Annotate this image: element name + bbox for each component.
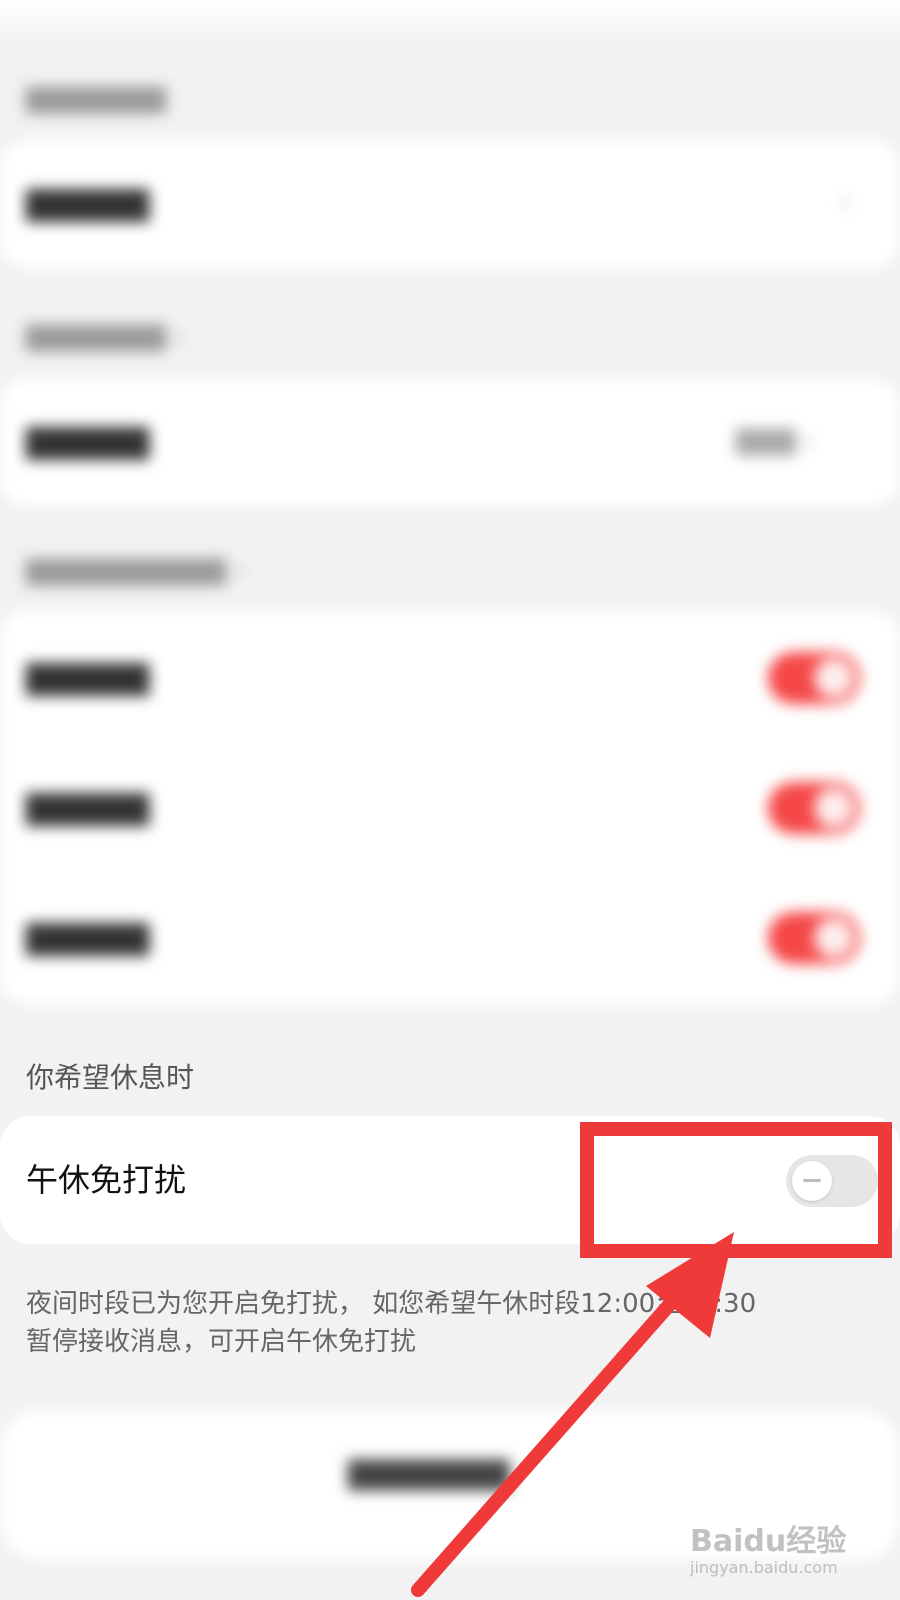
- blurred-row[interactable]: ▇▇▇▇▇: [26, 918, 149, 956]
- blurred-section-label: ▇▇▇▇▇▇▇ ›: [26, 322, 185, 352]
- description-line-1: 夜间时段已为您开启免打扰， 如您希望午休时段12:00至13:30: [26, 1289, 757, 1319]
- nap-dnd-label: 午休免打扰: [26, 1161, 187, 1199]
- blurred-toggle-on[interactable]: [768, 782, 860, 834]
- blurred-value: ▇▇▇ ›: [736, 426, 815, 456]
- annotation-highlight-box: [580, 1122, 892, 1258]
- blurred-toggle-on[interactable]: [768, 912, 860, 964]
- blurred-row[interactable]: ▇▇▇▇▇: [26, 788, 149, 826]
- nap-dnd-description: 夜间时段已为您开启免打扰， 如您希望午休时段12:00至13:30 暂停接收消息…: [26, 1285, 876, 1361]
- blurred-card: ▇▇▇▇▇ ›: [0, 140, 900, 268]
- bottom-action-button[interactable]: ▇▇▇▇▇▇▇: [348, 1456, 510, 1491]
- section-title-rest: 你希望休息时: [26, 1061, 195, 1094]
- blurred-toggle-on[interactable]: [768, 652, 860, 704]
- blurred-row[interactable]: ▇▇▇▇▇: [26, 658, 149, 696]
- watermark-url: jingyan.baidu.com: [690, 1558, 838, 1577]
- blurred-card: ▇▇▇▇▇ ▇▇▇▇▇ ▇▇▇▇▇: [0, 610, 900, 1004]
- chevron-right-icon: ›: [840, 184, 852, 219]
- blurred-section-label: ▇▇▇▇▇▇▇▇▇▇ ›: [26, 556, 245, 586]
- watermark-brand: Baidu经验: [690, 1524, 847, 1559]
- blurred-row[interactable]: ▇▇▇▇▇: [26, 422, 149, 460]
- blurred-card: ▇▇▇▇▇ ▇▇▇ ›: [0, 378, 900, 506]
- blurred-section-label: ▇▇▇▇▇▇▇: [26, 84, 166, 114]
- blurred-row[interactable]: ▇▇▇▇▇: [26, 184, 149, 222]
- blurred-settings-area: ▇▇▇▇▇▇▇ ▇▇▇▇▇ › ▇▇▇▇▇▇▇ › ▇▇▇▇▇ ▇▇▇ › ▇▇…: [0, 0, 900, 1040]
- description-line-2: 暂停接收消息，可开启午休免打扰: [26, 1327, 417, 1357]
